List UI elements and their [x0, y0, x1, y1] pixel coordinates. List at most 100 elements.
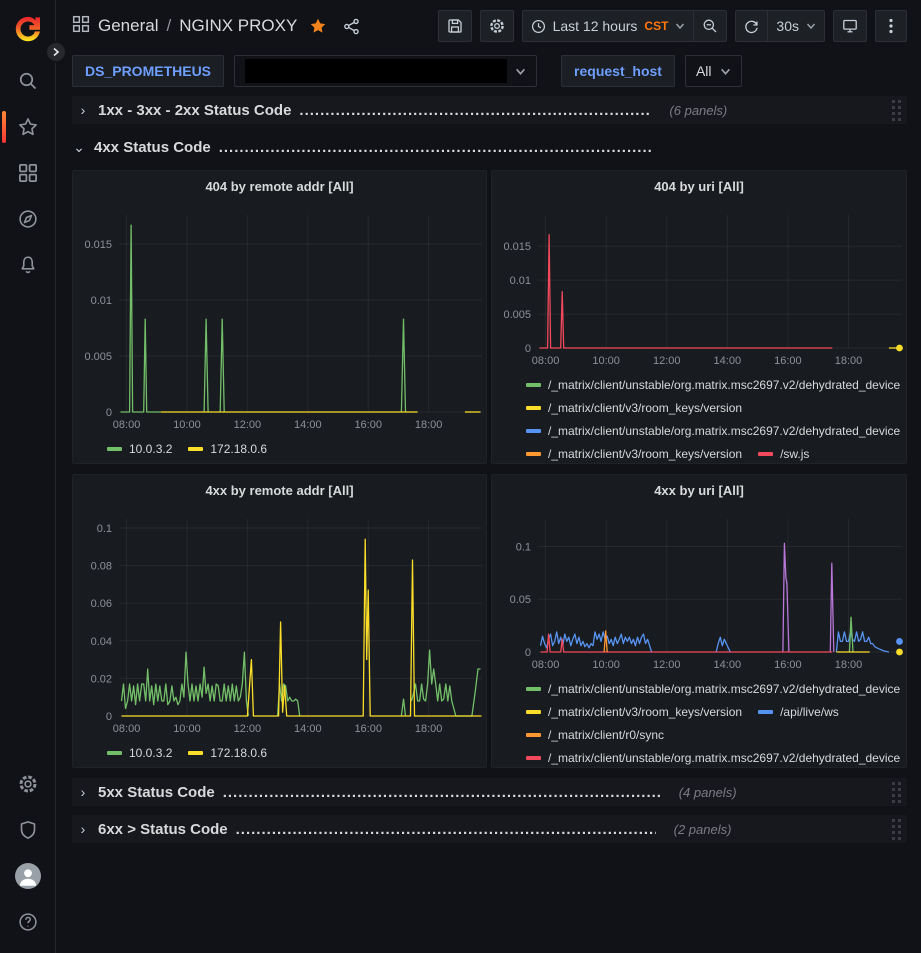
time-range-picker[interactable]: Last 12 hours CST	[522, 10, 695, 42]
save-icon	[447, 18, 463, 34]
row-6xx[interactable]: › 6xx > Status Code ....................…	[72, 815, 907, 843]
sidebar-expand-button[interactable]	[45, 41, 67, 63]
panel-title[interactable]: 4xx by remote addr [All]	[73, 475, 486, 505]
svg-text:0: 0	[525, 343, 531, 355]
kebab-menu-icon	[889, 18, 893, 34]
panel-title[interactable]: 4xx by uri [All]	[492, 475, 906, 505]
legend-item[interactable]: /_matrix/client/r0/sync	[526, 725, 664, 745]
variable-picker-ds-prometheus[interactable]	[234, 55, 537, 87]
cycle-view-mode-button[interactable]	[833, 10, 867, 42]
svg-text:16:00: 16:00	[354, 419, 382, 431]
svg-text:10:00: 10:00	[592, 659, 620, 671]
variable-picker-request-host[interactable]: All	[685, 55, 742, 87]
legend-swatch	[526, 383, 541, 387]
legend-item[interactable]: 10.0.3.2	[107, 439, 172, 459]
svg-text:0.1: 0.1	[516, 541, 531, 553]
legend-item[interactable]: 10.0.3.2	[107, 743, 172, 763]
legend-item[interactable]: 172.18.0.6	[188, 439, 267, 459]
svg-text:0: 0	[525, 647, 531, 659]
share-dashboard-button[interactable]	[339, 14, 364, 39]
panel-title[interactable]: 404 by uri [All]	[492, 171, 906, 201]
legend-item[interactable]: /_matrix/client/unstable/org.matrix.msc2…	[526, 421, 900, 441]
dashboard-settings-button[interactable]	[480, 10, 514, 42]
variable-label-ds-prometheus: DS_PROMETHEUS	[72, 55, 224, 87]
series-line	[716, 637, 730, 652]
breadcrumb-section[interactable]: General	[98, 16, 158, 36]
panel-404-by-uri: 404 by uri [All] 00.0050.010.01508:0010:…	[491, 170, 907, 464]
svg-text:0.005: 0.005	[503, 309, 531, 321]
svg-text:12:00: 12:00	[653, 659, 681, 671]
favorite-star-button[interactable]	[305, 13, 331, 39]
legend-label: 10.0.3.2	[129, 442, 172, 456]
star-filled-icon	[309, 17, 327, 35]
sidebar-item-help[interactable]	[0, 899, 56, 945]
search-icon	[18, 71, 38, 91]
legend-label: 172.18.0.6	[210, 442, 267, 456]
chevron-down-icon	[806, 21, 816, 31]
legend-item[interactable]: /_matrix/client/unstable/org.matrix.msc2…	[526, 679, 900, 699]
legend-item[interactable]: 172.18.0.6	[188, 743, 267, 763]
legend-item[interactable]: /sw.js	[758, 444, 809, 463]
topbar-actions: Last 12 hours CST 30s	[438, 10, 907, 42]
time-range-label: Last 12 hours	[553, 18, 638, 34]
svg-text:12:00: 12:00	[653, 355, 681, 367]
more-options-button[interactable]	[875, 10, 907, 42]
row-1xx-3xx-2xx[interactable]: › 1xx - 3xx - 2xx Status Code ..........…	[72, 96, 907, 124]
legend-label: /_matrix/client/v3/room_keys/version	[548, 705, 742, 719]
refresh-button[interactable]	[735, 10, 768, 42]
panel-legend: /_matrix/client/unstable/org.matrix.msc2…	[492, 677, 906, 767]
sidebar-item-profile[interactable]	[0, 853, 56, 899]
zoom-out-time-button[interactable]	[694, 10, 727, 42]
svg-text:0.06: 0.06	[91, 598, 112, 610]
chart-404-by-uri[interactable]: 00.0050.010.01508:0010:0012:0014:0016:00…	[492, 201, 906, 373]
refresh-icon	[744, 19, 759, 34]
shield-icon	[18, 820, 38, 840]
active-indicator	[2, 111, 6, 143]
row-5xx[interactable]: › 5xx Status Code ......................…	[72, 778, 907, 806]
row-4xx[interactable]: ⌄ 4xx Status Code ......................…	[72, 133, 907, 161]
row-drag-handle[interactable]	[892, 100, 903, 123]
legend-item[interactable]: /_matrix/client/unstable/org.matrix.msc2…	[526, 375, 900, 395]
sidebar	[0, 0, 56, 953]
legend-label: /_matrix/client/v3/room_keys/version	[548, 401, 742, 415]
sidebar-item-search[interactable]	[0, 58, 56, 104]
legend-label: 172.18.0.6	[210, 746, 267, 760]
variable-value: All	[696, 63, 712, 79]
save-dashboard-button[interactable]	[438, 10, 472, 42]
svg-text:12:00: 12:00	[234, 419, 262, 431]
help-icon	[18, 912, 38, 932]
legend-item[interactable]: /_matrix/client/unstable/org.matrix.msc2…	[526, 748, 900, 767]
refresh-interval-picker[interactable]: 30s	[768, 10, 825, 42]
row-drag-handle[interactable]	[892, 782, 903, 805]
panel-title[interactable]: 404 by remote addr [All]	[73, 171, 486, 201]
svg-text:12:00: 12:00	[234, 723, 262, 735]
svg-text:10:00: 10:00	[173, 419, 201, 431]
svg-text:16:00: 16:00	[774, 659, 802, 671]
legend-swatch	[107, 447, 122, 451]
svg-text:0.05: 0.05	[510, 594, 531, 606]
svg-text:14:00: 14:00	[714, 355, 742, 367]
row-panel-count: (2 panels)	[674, 822, 732, 837]
sidebar-item-dashboards[interactable]	[0, 150, 56, 196]
series-line	[604, 631, 607, 652]
legend-swatch	[188, 447, 203, 451]
legend-item[interactable]: /_matrix/client/v3/room_keys/version	[526, 398, 742, 418]
legend-item[interactable]: /_matrix/client/v3/room_keys/version	[526, 702, 742, 722]
svg-text:16:00: 16:00	[774, 355, 802, 367]
sidebar-item-configuration[interactable]	[0, 761, 56, 807]
series-end-dot	[896, 345, 903, 352]
legend-item[interactable]: /api/live/ws	[758, 702, 839, 722]
chart-4xx-by-remote-addr[interactable]: 00.020.040.060.080.108:0010:0012:0014:00…	[73, 505, 486, 741]
gear-icon	[489, 18, 505, 34]
svg-text:0.01: 0.01	[91, 295, 112, 307]
apps-grid-icon	[72, 15, 90, 38]
chart-4xx-by-uri[interactable]: 00.050.108:0010:0012:0014:0016:0018:00	[492, 505, 906, 677]
sidebar-item-alerting[interactable]	[0, 242, 56, 288]
chart-404-by-remote-addr[interactable]: 00.0050.010.01508:0010:0012:0014:0016:00…	[73, 201, 486, 437]
sidebar-item-server-admin[interactable]	[0, 807, 56, 853]
sidebar-item-starred[interactable]	[0, 104, 56, 150]
row-drag-handle[interactable]	[892, 819, 903, 842]
legend-item[interactable]: /_matrix/client/v3/room_keys/version	[526, 444, 742, 463]
svg-text:10:00: 10:00	[173, 723, 201, 735]
sidebar-item-explore[interactable]	[0, 196, 56, 242]
